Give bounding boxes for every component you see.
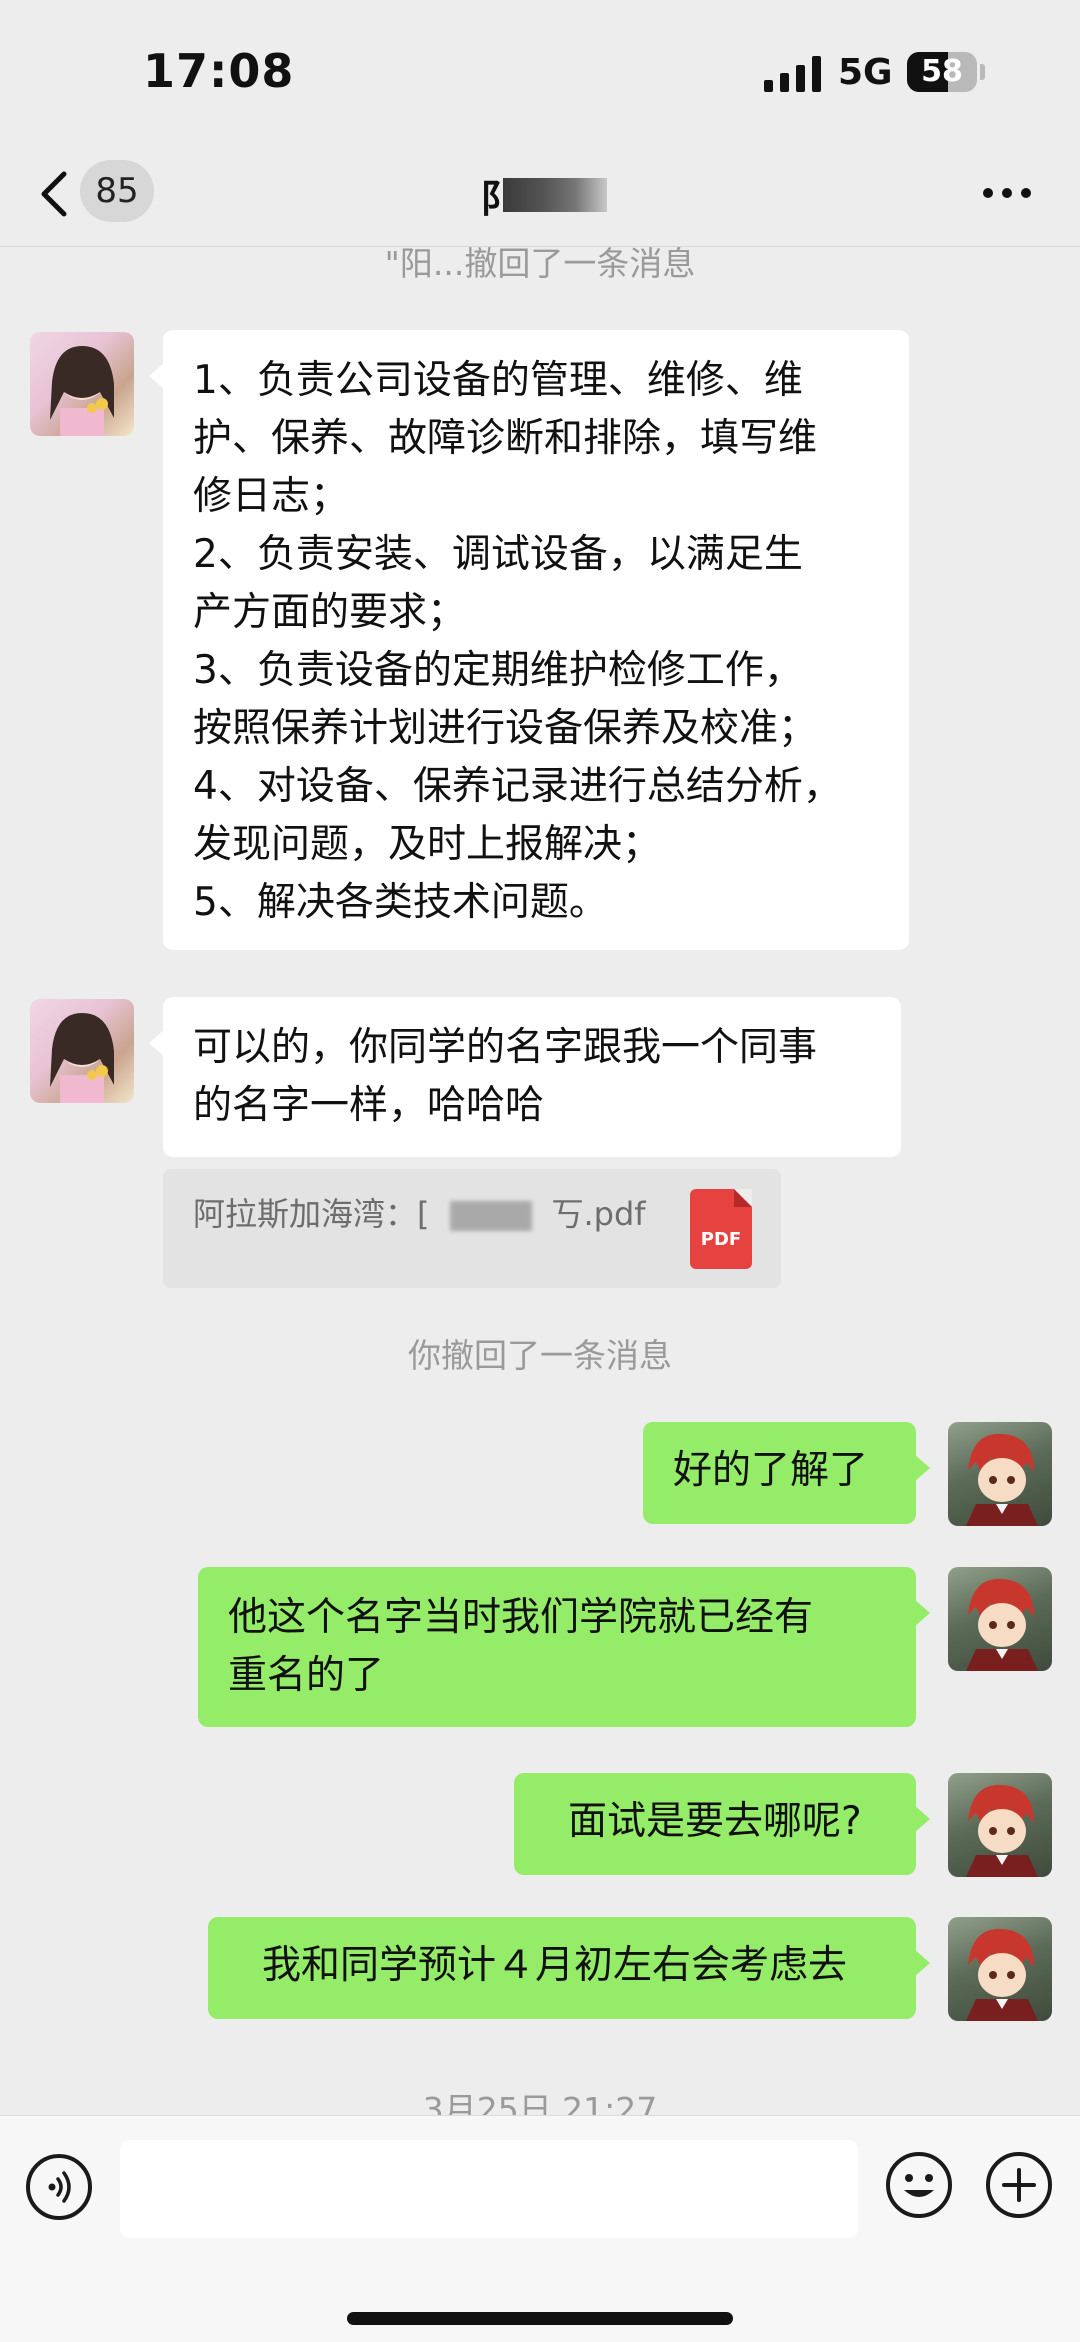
- cellular-signal-icon: [764, 56, 821, 92]
- self-avatar-image: [966, 1928, 1038, 2021]
- battery-icon: 58: [907, 52, 977, 92]
- message-bubble-incoming[interactable]: 1、负责公司设备的管理、维修、维 护、保养、故障诊断和排除，填写维 修日志； 2…: [149, 330, 909, 950]
- message-bubble-outgoing[interactable]: 他这个名字当时我们学院就已经有 重名的了: [198, 1567, 930, 1727]
- network-type: 5G: [838, 52, 893, 93]
- message-text: 护、保养、故障诊断和排除，填写维: [193, 416, 818, 461]
- chat-header: 85 阝: [0, 140, 1080, 247]
- plus-icon[interactable]: [984, 2150, 1054, 2220]
- contact-avatar[interactable]: [30, 999, 134, 1103]
- system-recall-notice: "阳...撤回了一条消息: [384, 247, 696, 283]
- message-text: 重名的了: [228, 1653, 385, 1698]
- quote-text: 阿拉斯加海湾：[丂.pdf: [193, 1195, 646, 1233]
- unread-count-badge[interactable]: 85: [80, 160, 154, 222]
- system-recall-notice-self: 你撤回了一条消息: [408, 1336, 672, 1375]
- message-text: 好的了解了: [673, 1448, 869, 1493]
- self-avatar[interactable]: [948, 1422, 1052, 1526]
- contact-avatar[interactable]: [30, 332, 134, 436]
- more-dots-icon[interactable]: [982, 186, 1032, 200]
- contact-avatar-image: [50, 1013, 114, 1103]
- message-bubble-incoming[interactable]: 可以的，你同学的名字跟我一个同事 的名字一样，哈哈哈: [149, 997, 901, 1157]
- self-avatar-image: [966, 1433, 1038, 1526]
- battery-level: 58: [921, 54, 963, 89]
- quote-redaction: [449, 1201, 532, 1231]
- message-text: 2、负责安装、调试设备，以满足生: [193, 532, 803, 577]
- input-bar: [0, 2115, 1080, 2342]
- voice-wave-icon: [48, 2171, 71, 2203]
- self-avatar-image: [966, 1578, 1038, 1671]
- message-text: 3、负责设备的定期维护检修工作，: [193, 648, 803, 693]
- contact-avatar-image: [50, 346, 114, 436]
- chat-messages[interactable]: "阳...撤回了一条消息 1、负责公司设备的管理、维修、维 护、保养、故障诊断和…: [0, 247, 1080, 2115]
- status-bar: 17:08 5G 58: [0, 0, 1080, 140]
- message-bubble-outgoing[interactable]: 面试是要去哪呢?: [514, 1773, 930, 1875]
- self-avatar[interactable]: [948, 1567, 1052, 1671]
- voice-icon[interactable]: [26, 2154, 92, 2220]
- title-redaction: [503, 178, 607, 212]
- message-text: 1、负责公司设备的管理、维修、维: [193, 358, 803, 403]
- message-text: 5、解决各类技术问题。: [193, 880, 608, 925]
- status-time: 17:08: [143, 44, 295, 98]
- message-text: 按照保养计划进行设备保养及校准；: [193, 706, 818, 751]
- emoji-icon[interactable]: [884, 2150, 954, 2220]
- quoted-file-reference[interactable]: 阿拉斯加海湾：[丂.pdf PDF: [163, 1169, 781, 1288]
- message-text: 我和同学预计４月初左右会考虑去: [262, 1943, 848, 1988]
- message-timestamp: 3月25日 21:27: [422, 2090, 658, 2115]
- self-avatar[interactable]: [948, 1917, 1052, 2021]
- pdf-file-icon: PDF: [690, 1189, 752, 1269]
- message-text: 发现问题，及时上报解决；: [193, 822, 662, 867]
- message-text: 产方面的要求；: [193, 590, 467, 635]
- message-bubble-outgoing[interactable]: 我和同学预计４月初左右会考虑去: [208, 1917, 930, 2019]
- battery-cap: [980, 64, 985, 80]
- home-indicator[interactable]: [347, 2312, 733, 2325]
- message-text: 他这个名字当时我们学院就已经有: [228, 1595, 814, 1640]
- message-input[interactable]: [120, 2140, 858, 2238]
- self-avatar-image: [966, 1784, 1038, 1877]
- message-text: 面试是要去哪呢?: [568, 1799, 862, 1844]
- message-text: 可以的，你同学的名字跟我一个同事: [193, 1025, 818, 1070]
- message-text: 4、对设备、保养记录进行总结分析，: [193, 764, 842, 809]
- back-chevron-icon[interactable]: [38, 170, 68, 218]
- message-text: 修日志；: [193, 474, 350, 519]
- self-avatar[interactable]: [948, 1773, 1052, 1877]
- message-text: 的名字一样，哈哈哈: [193, 1083, 545, 1128]
- message-bubble-outgoing[interactable]: 好的了解了: [643, 1422, 930, 1524]
